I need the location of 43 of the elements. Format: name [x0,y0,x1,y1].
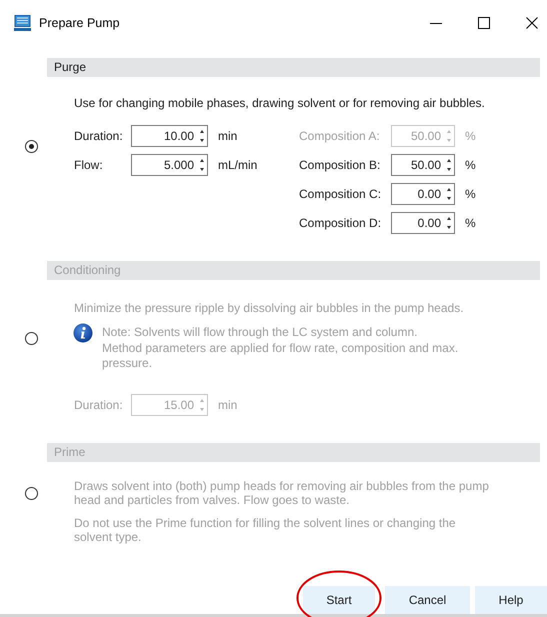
spinner-icon[interactable] [446,187,452,201]
unit-label: mL/min [218,158,258,172]
unit-label: % [465,216,476,230]
spinner-icon[interactable] [199,129,205,143]
dialog-button[interactable]: Cancel [385,586,470,614]
dialog-button[interactable]: Start [303,586,375,614]
number-field[interactable]: 10.00 [131,125,208,147]
section-header: Purge [47,58,540,77]
field-label: Composition A: [299,129,381,143]
note-text: Note: Solvents will flow through the LC system and column. [102,325,418,340]
number-field[interactable]: 0.00 [391,183,455,205]
field-label: Flow: [74,158,104,172]
field-label: Composition B: [299,158,382,172]
note-text: Method parameters are applied for flow rate, composition and max. [102,340,458,356]
section-header: Prime [47,442,540,462]
number-field[interactable]: 50.00 [391,154,455,176]
description-text: Use for changing mobile phases, drawing solvent or for removing air bubbles. [74,96,486,110]
app-icon [14,14,31,30]
radio-button[interactable] [24,140,38,152]
unit-label: % [465,187,476,201]
number-field[interactable]: 0.00 [391,212,455,234]
field-label: Duration: [74,398,124,412]
window-title: Prepare Pump [39,16,120,30]
section-header: Conditioning [47,261,540,280]
dialog-button[interactable]: Help [475,586,547,614]
spinner-icon[interactable] [446,216,452,230]
note-text: pressure. [102,356,154,372]
field-label: Composition D: [299,216,382,230]
field-label: Duration: [74,129,124,143]
unit-label: min [218,129,238,143]
description-text: Minimize the pressure ripple by dissolving air bubbles in the pump heads. [74,301,465,315]
close-icon[interactable] [526,16,538,28]
description-text: Draws solvent into (both) pump heads for removing air bubbles from the pump head and particles from valves. Flow goes to waste. [74,478,490,506]
description-text: Do not use the Prime function for filling the solvent lines or changing the solvent type. [74,516,457,544]
maximize-icon[interactable] [478,16,490,28]
unit-label: min [218,398,238,412]
unit-label: % [465,158,476,172]
unit-label: % [465,129,476,143]
number-field[interactable]: 5.000 [131,154,208,176]
info-icon [73,323,93,343]
field-label: Composition C: [299,187,382,201]
spinner-icon[interactable] [446,158,452,172]
spinner-icon[interactable] [199,158,205,172]
